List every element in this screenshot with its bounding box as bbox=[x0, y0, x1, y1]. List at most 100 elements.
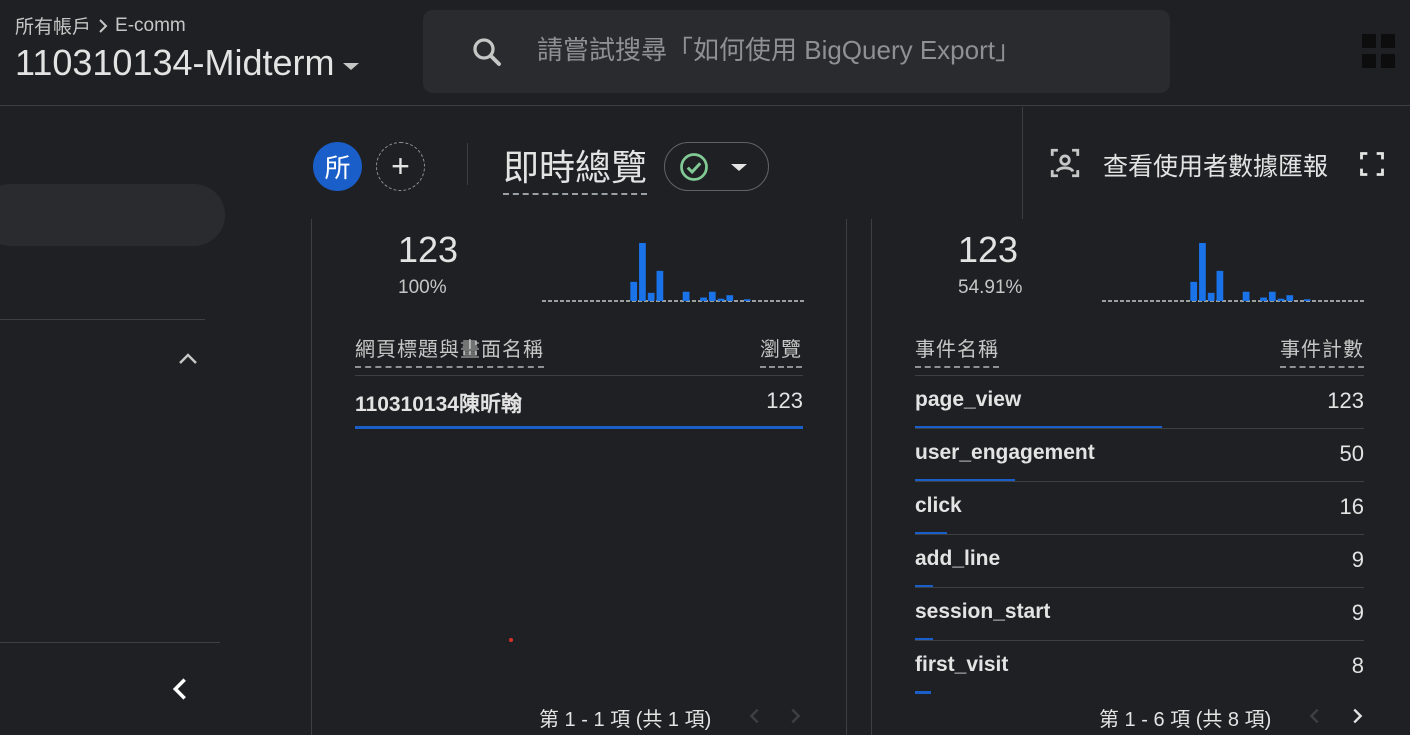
user-snapshot-icon bbox=[1050, 148, 1080, 178]
sparkline-bar bbox=[708, 291, 716, 301]
sparkline-bar bbox=[1303, 299, 1311, 301]
divider bbox=[467, 143, 468, 185]
sparkline-bar bbox=[1277, 298, 1285, 301]
data-status-chip[interactable] bbox=[664, 142, 769, 191]
pages-sparkline bbox=[542, 243, 804, 302]
sparkline-bar bbox=[1242, 291, 1250, 301]
row-label: 110310134陳昕翰 bbox=[355, 393, 522, 416]
col-event-count[interactable]: 事件計數 bbox=[1280, 333, 1364, 368]
sparkline-bar bbox=[700, 297, 707, 301]
chevron-right-icon bbox=[99, 18, 108, 33]
row-share-bar bbox=[355, 426, 803, 429]
sparkline-bar bbox=[717, 298, 725, 301]
cursor-dot bbox=[509, 638, 513, 642]
apps-grid-cell bbox=[1381, 34, 1395, 48]
table-row[interactable]: page_view 123 bbox=[915, 376, 1364, 429]
search-bar[interactable] bbox=[423, 10, 1170, 93]
breadcrumb[interactable]: 所有帳戶 E-comm bbox=[15, 12, 186, 39]
pages-table: 110310134陳昕翰 123 bbox=[355, 376, 803, 676]
row-value: 9 bbox=[1351, 600, 1364, 625]
pages-percent: 100% bbox=[398, 277, 447, 298]
sparkline-bar bbox=[630, 281, 638, 301]
check-circle-icon bbox=[680, 153, 708, 181]
collapse-sidebar-icon[interactable] bbox=[166, 675, 194, 703]
row-value: 8 bbox=[1351, 653, 1364, 678]
events-table: page_view 123 user_engagement 50 click 16 add_… bbox=[915, 376, 1364, 706]
sparkline-bar bbox=[726, 295, 734, 301]
sparkline-bar bbox=[1286, 295, 1294, 301]
user-snapshot-area: 查看使用者數據匯報 bbox=[1022, 107, 1410, 219]
row-value: 9 bbox=[1351, 547, 1364, 572]
comparison-avatar[interactable]: 所 bbox=[313, 142, 362, 191]
next-page-icon[interactable] bbox=[1346, 705, 1368, 727]
chevron-up-icon[interactable] bbox=[176, 347, 200, 371]
sparkline-bar bbox=[647, 292, 655, 301]
sparkline-bar bbox=[1199, 243, 1206, 301]
breadcrumb-account[interactable]: 所有帳戶 bbox=[15, 12, 91, 39]
add-icon: + bbox=[391, 148, 410, 184]
fullscreen-icon[interactable] bbox=[1358, 150, 1386, 178]
row-share-bar bbox=[915, 691, 931, 694]
col-views[interactable]: 瀏覽 bbox=[760, 333, 802, 368]
table-row[interactable]: click 16 bbox=[915, 482, 1364, 535]
row-label: user_engagement bbox=[915, 441, 1095, 464]
next-page-icon[interactable] bbox=[784, 705, 806, 727]
table-row[interactable]: 110310134陳昕翰 123 bbox=[355, 376, 803, 429]
row-value: 123 bbox=[766, 388, 803, 413]
events-sparkline bbox=[1102, 243, 1364, 302]
breadcrumb-property[interactable]: E-comm bbox=[115, 15, 186, 37]
table-row[interactable]: first_visit 8 bbox=[915, 641, 1364, 694]
sparkline-bar bbox=[1190, 281, 1198, 301]
top-app-bar: 所有帳戶 E-comm 110310134-Midterm bbox=[0, 0, 1410, 106]
events-card: 123 54.91% 事件名稱 事件計數 page_view 123 user_en… bbox=[871, 219, 1410, 735]
apps-grid-cell bbox=[1362, 53, 1376, 68]
divider bbox=[0, 319, 205, 320]
row-value: 50 bbox=[1339, 441, 1364, 466]
page-title: 即時總覽 bbox=[503, 139, 648, 195]
prev-page-icon[interactable] bbox=[1304, 705, 1326, 727]
caret-down-icon bbox=[342, 62, 359, 70]
sparkline-bar bbox=[1216, 270, 1224, 301]
row-value: 16 bbox=[1339, 494, 1364, 519]
search-input[interactable] bbox=[537, 30, 1137, 70]
divider bbox=[0, 642, 220, 643]
pages-pager-label: 第 1 - 1 項 (共 1 項) bbox=[539, 709, 712, 731]
sidebar bbox=[0, 107, 245, 735]
apps-grid-cell bbox=[1362, 34, 1376, 48]
sparkline-bar bbox=[639, 243, 646, 301]
sparkline-bar bbox=[1207, 292, 1215, 301]
sidebar-selected-item[interactable] bbox=[0, 184, 225, 246]
table-row[interactable]: session_start 9 bbox=[915, 588, 1364, 641]
row-label: session_start bbox=[915, 600, 1051, 623]
prev-page-icon[interactable] bbox=[744, 705, 766, 727]
property-selector[interactable]: 110310134-Midterm bbox=[15, 42, 359, 84]
pages-card: 123 100% 網頁標題與畫面名稱 瀏覽 110310134陳昕翰 123 第 … bbox=[311, 219, 847, 735]
apps-grid-icon[interactable] bbox=[1362, 34, 1396, 68]
table-row[interactable]: user_engagement 50 bbox=[915, 429, 1364, 482]
row-value: 123 bbox=[1327, 388, 1364, 413]
table-row[interactable]: add_line 9 bbox=[915, 535, 1364, 588]
avatar-letter: 所 bbox=[324, 153, 351, 183]
view-user-snapshot-link[interactable]: 查看使用者數據匯報 bbox=[1103, 147, 1328, 183]
apps-grid-cell bbox=[1381, 53, 1395, 68]
sparkline-bar bbox=[656, 270, 664, 301]
col-page-title[interactable]: 網頁標題與畫面名稱 bbox=[355, 333, 544, 368]
sparkline-bar bbox=[682, 291, 690, 301]
events-percent: 54.91% bbox=[958, 277, 1023, 298]
row-label: page_view bbox=[915, 388, 1022, 411]
events-total: 123 bbox=[958, 229, 1019, 270]
sparkline-bar bbox=[1260, 297, 1267, 301]
caret-down-icon bbox=[731, 164, 747, 171]
row-label: click bbox=[915, 494, 962, 517]
events-pager-label: 第 1 - 6 項 (共 8 項) bbox=[1099, 709, 1272, 731]
search-icon bbox=[473, 38, 501, 66]
row-label: add_line bbox=[915, 547, 1001, 570]
add-comparison-button[interactable]: + bbox=[376, 142, 425, 191]
sparkline-bar bbox=[1268, 291, 1276, 301]
sparkline-bar bbox=[743, 299, 751, 301]
row-label: first_visit bbox=[915, 653, 1009, 676]
pages-total: 123 bbox=[398, 229, 459, 270]
report-header: 所 + 即時總覽 查看使用者數據匯報 bbox=[245, 107, 1410, 219]
col-event-name[interactable]: 事件名稱 bbox=[915, 333, 999, 368]
property-title: 110310134-Midterm bbox=[15, 42, 335, 83]
